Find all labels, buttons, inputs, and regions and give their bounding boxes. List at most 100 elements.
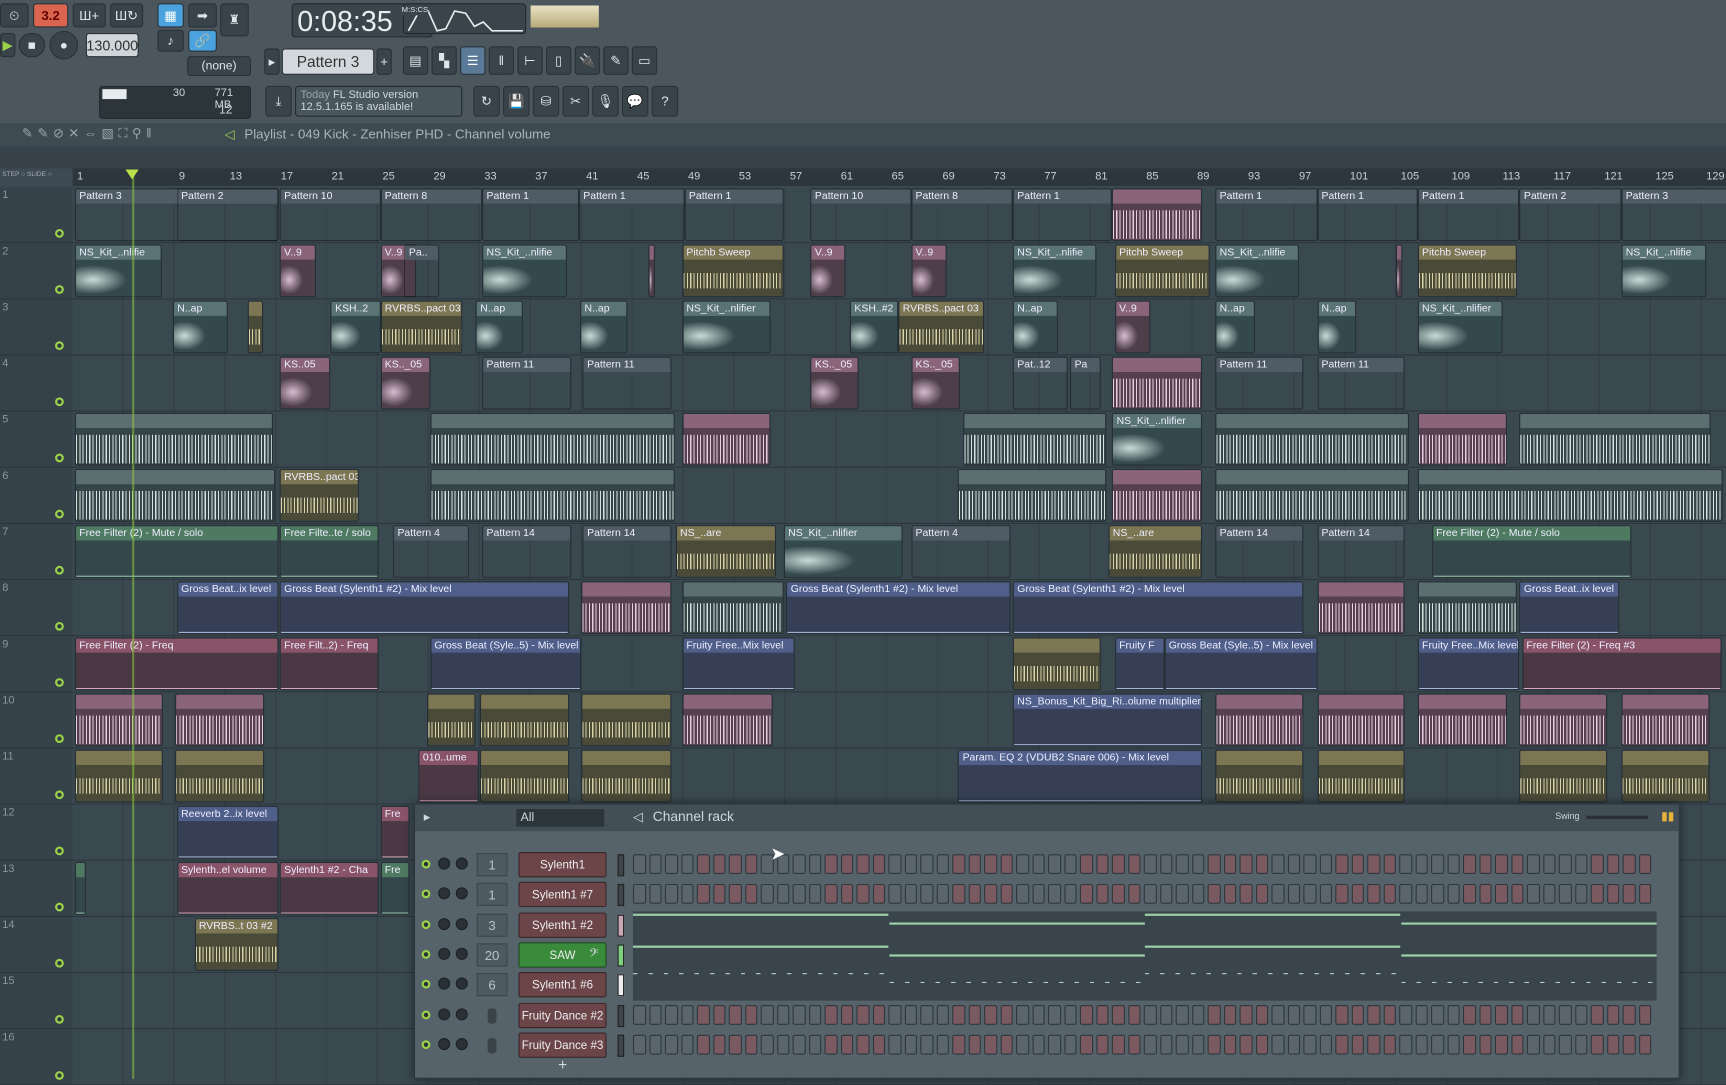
step-button[interactable]	[1558, 884, 1572, 905]
step-button[interactable]	[1063, 1034, 1077, 1055]
step-button[interactable]	[1016, 854, 1029, 875]
track-header[interactable]: 4	[0, 355, 73, 412]
playlist-tools-icons[interactable]: ✎✎⊘✕⇔▧⛶⚲‖	[22, 125, 156, 142]
step-button[interactable]	[1287, 884, 1301, 905]
track-lane[interactable]: RVRBS..pact 03	[72, 467, 1726, 524]
step-button[interactable]	[952, 854, 965, 875]
playlist-clip[interactable]: Gross Beat (Syle..5) - Mix level	[1164, 637, 1318, 691]
step-button[interactable]	[744, 854, 758, 875]
step-button[interactable]	[1558, 1004, 1572, 1025]
mixer-track-field[interactable]: 20	[476, 943, 508, 967]
playlist-clip[interactable]: Pattern 11	[1317, 356, 1405, 410]
volume-knob[interactable]	[455, 917, 468, 930]
playlist-clip[interactable]: NS_Kit_..nlifie	[482, 244, 568, 298]
track-mute-led[interactable]	[55, 228, 64, 238]
playlist-clip[interactable]: Pattern 1	[1012, 188, 1113, 242]
track-header[interactable]: 11	[0, 748, 73, 805]
step-button[interactable]	[712, 1034, 726, 1055]
playlist-clip[interactable]: Pattern 8	[380, 188, 483, 242]
step-button[interactable]	[1383, 884, 1396, 905]
step-button[interactable]	[696, 884, 710, 905]
channel-name-button[interactable]: Sylenth1 #2	[518, 912, 607, 938]
playlist-clip[interactable]: N..ap	[1012, 300, 1058, 354]
step-button[interactable]	[760, 1004, 774, 1025]
playlist-clip[interactable]	[427, 693, 476, 747]
step-button[interactable]	[1542, 1004, 1556, 1025]
project-icon[interactable]: ▯	[545, 46, 572, 75]
step-button[interactable]	[1574, 854, 1588, 875]
step-button[interactable]	[1207, 1034, 1221, 1055]
playlist-clip[interactable]: Pattern 8	[911, 188, 1013, 242]
channel-row[interactable]: 1 Sylenth1	[415, 851, 1679, 881]
step-button[interactable]	[1303, 1034, 1317, 1055]
step-button[interactable]	[1255, 1004, 1269, 1025]
step-button[interactable]	[824, 854, 838, 875]
step-button[interactable]	[1367, 884, 1380, 905]
step-button[interactable]	[1159, 1004, 1173, 1025]
playlist-clip[interactable]	[1215, 693, 1304, 747]
stop-button[interactable]: ■	[18, 33, 46, 58]
playlist-clip[interactable]: Pattern 2	[176, 188, 279, 242]
track-header[interactable]: 15	[0, 973, 73, 1030]
step-button[interactable]	[1143, 854, 1157, 875]
playlist-clip[interactable]: Pattern 11	[582, 356, 672, 410]
step-button[interactable]	[664, 1004, 678, 1025]
step-button[interactable]	[1478, 884, 1492, 905]
playlist-clip[interactable]: RVRBS..pact 03	[380, 300, 462, 354]
step-button[interactable]	[1239, 1004, 1253, 1025]
step-button[interactable]	[1191, 884, 1205, 905]
playlist-clip[interactable]: Pat..12	[1012, 356, 1068, 410]
track-mute-led[interactable]	[55, 285, 64, 294]
playlist-clip[interactable]	[958, 468, 1106, 522]
track-lane[interactable]: Gross Beat..ix level Gross Beat (Sylenth1…	[72, 580, 1726, 637]
channel-row[interactable]: Fruity Dance #2	[415, 1001, 1679, 1031]
step-button[interactable]	[1638, 854, 1652, 875]
playlist-clip[interactable]	[681, 412, 772, 466]
step-button[interactable]	[1159, 854, 1173, 875]
step-button[interactable]	[856, 884, 870, 905]
step-button[interactable]	[776, 884, 790, 905]
play-button[interactable]: ▶	[0, 33, 16, 58]
step-button[interactable]	[1526, 1004, 1540, 1025]
step-button[interactable]	[1079, 854, 1093, 875]
track-mute-led[interactable]	[55, 509, 64, 519]
track-lane[interactable]: 010..ume Param. EQ 2 (VDUB2 Snare 006) - …	[72, 748, 1726, 805]
channel-mute-led[interactable]	[421, 859, 431, 869]
channel-name-button[interactable]: Sylenth1	[518, 852, 607, 878]
step-button[interactable]	[1335, 1034, 1348, 1055]
channel-mute-led[interactable]	[421, 889, 431, 899]
step-button[interactable]	[888, 1034, 902, 1055]
step-button[interactable]	[936, 854, 949, 875]
playlist-clip[interactable]: NS_Kit_..nlifier	[1112, 412, 1203, 466]
step-button[interactable]	[728, 854, 742, 875]
step-button[interactable]	[664, 884, 678, 905]
step-button[interactable]	[1111, 1034, 1125, 1055]
swing-slider[interactable]	[1586, 815, 1648, 819]
track-lane[interactable]: Free Filter (2) - Freq Free Filt..2) - Fr…	[72, 636, 1726, 693]
step-button[interactable]	[856, 1004, 870, 1025]
step-button[interactable]	[1319, 884, 1332, 905]
step-button[interactable]	[1606, 1034, 1620, 1055]
step-button[interactable]	[1510, 854, 1524, 875]
step-button[interactable]	[792, 1004, 806, 1025]
step-button[interactable]	[1319, 1034, 1332, 1055]
step-button[interactable]	[1606, 884, 1620, 905]
channel-rack-icon[interactable]: ☰	[460, 46, 486, 75]
playlist-clip[interactable]: V..9	[810, 244, 845, 298]
pattern-song-mode-button[interactable]: 3.2	[33, 3, 69, 28]
step-button[interactable]	[984, 884, 997, 905]
playlist-clip[interactable]	[1396, 244, 1403, 298]
step-button[interactable]	[1383, 854, 1396, 875]
step-button[interactable]	[824, 884, 838, 905]
step-button[interactable]	[1367, 1034, 1380, 1055]
step-button[interactable]	[1319, 854, 1332, 875]
step-button[interactable]	[1478, 1034, 1492, 1055]
pan-knob[interactable]	[438, 887, 451, 900]
step-button[interactable]	[696, 1034, 710, 1055]
step-button[interactable]	[1462, 1004, 1476, 1025]
playlist-clip[interactable]	[479, 749, 569, 803]
playlist-clip[interactable]: Gross Beat (Sylenth1 #2) - Mix level	[279, 581, 569, 635]
playlist-clip[interactable]	[681, 581, 784, 635]
loop-record-button[interactable]: Ш↻	[110, 3, 144, 28]
playlist-clip[interactable]: Pattern 1	[684, 188, 784, 242]
